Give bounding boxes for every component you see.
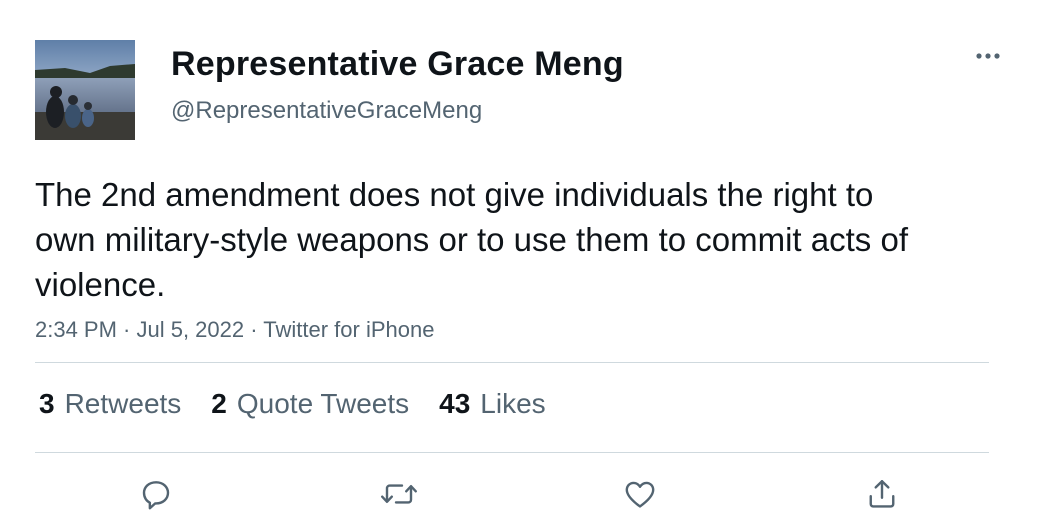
share-button[interactable] — [862, 474, 902, 514]
quote-tweets-stat[interactable]: 2 Quote Tweets — [211, 387, 409, 421]
divider — [35, 452, 989, 453]
retweets-stat[interactable]: 3 Retweets — [39, 387, 181, 421]
quote-tweets-label: Quote Tweets — [236, 388, 410, 419]
author-handle[interactable]: @RepresentativeGraceMeng — [171, 96, 482, 126]
reply-button[interactable] — [136, 474, 176, 514]
likes-count: 43 — [439, 388, 471, 419]
share-icon — [869, 480, 895, 508]
retweets-count: 3 — [39, 388, 55, 419]
retweets-label: Retweets — [64, 388, 182, 419]
more-options-icon[interactable] — [972, 44, 1004, 68]
likes-label: Likes — [480, 388, 546, 419]
reply-icon — [142, 481, 170, 510]
like-icon — [625, 481, 655, 508]
author-display-name[interactable]: Representative Grace Meng — [171, 44, 624, 84]
likes-stat[interactable]: 43 Likes — [439, 387, 546, 421]
quote-tweets-count: 2 — [211, 388, 227, 419]
retweet-icon — [381, 484, 417, 504]
tweet-text: The 2nd amendment does not give individu… — [35, 176, 908, 303]
divider — [35, 362, 989, 363]
tweet-timestamp[interactable]: 2:34 PM · Jul 5, 2022 · Twitter for iPho… — [35, 316, 434, 344]
profile-photo-icon — [35, 40, 135, 140]
avatar[interactable] — [35, 40, 135, 140]
like-button[interactable] — [620, 474, 660, 514]
retweet-button[interactable] — [379, 474, 419, 514]
tweet-stats: 3 Retweets 2 Quote Tweets 43 Likes — [39, 387, 576, 421]
